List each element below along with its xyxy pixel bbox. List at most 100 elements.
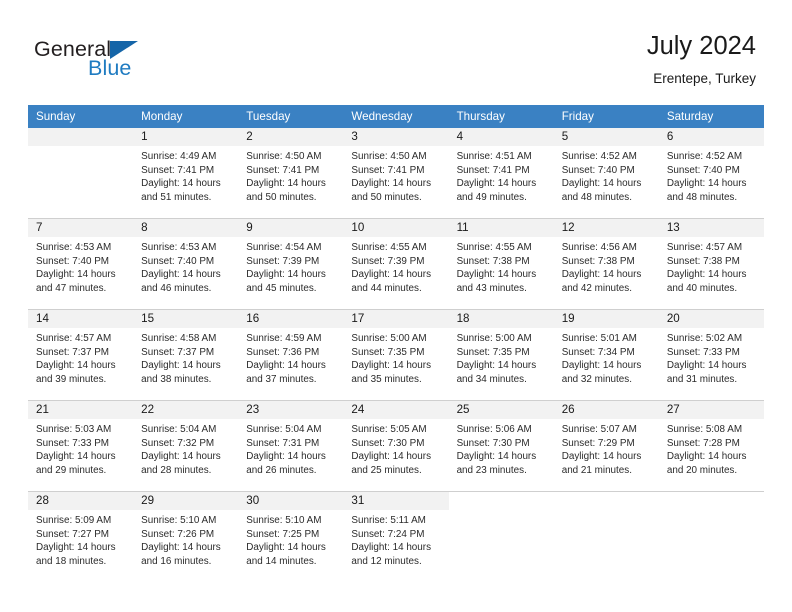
calendar-day-cell[interactable]: 19 Sunrise: 5:01 AM Sunset: 7:34 PM Dayligh…	[553, 309, 659, 401]
detail-sunrise: Sunrise: 5:00 AM	[456, 333, 532, 344]
day-details: Sunrise: 4:55 AM Sunset: 7:38 PM Daylight:…	[449, 237, 554, 295]
day-number: 19	[553, 310, 659, 328]
detail-daylight1: Daylight: 14 hours	[456, 269, 537, 281]
calendar-day-cell[interactable]: 12 Sunrise: 4:56 AM Sunset: 7:38 PM Dayligh…	[553, 218, 659, 310]
calendar-day-cell[interactable]: 20 Sunrise: 5:02 AM Sunset: 7:33 PM Dayligh…	[658, 309, 764, 401]
calendar-day-cell[interactable]: 29 Sunrise: 5:10 AM Sunset: 7:26 PM Dayligh…	[133, 491, 239, 582]
detail-sunrise: Sunrise: 5:10 AM	[246, 515, 322, 526]
detail-daylight1: Daylight: 14 hours	[246, 360, 326, 372]
day-number: 13	[658, 219, 764, 237]
detail-daylight1: Daylight: 14 hours	[351, 451, 432, 463]
detail-daylight2: and 14 minutes.	[246, 555, 317, 567]
calendar-cell-inner: 25 Sunrise: 5:06 AM Sunset: 7:30 PM Dayligh…	[448, 401, 554, 491]
detail-sunset: Sunset: 7:34 PM	[561, 346, 635, 358]
calendar-cell-inner: 24 Sunrise: 5:05 AM Sunset: 7:30 PM Dayligh…	[343, 401, 449, 491]
calendar-day-cell[interactable]: 26 Sunrise: 5:07 AM Sunset: 7:29 PM Dayligh…	[553, 400, 659, 492]
detail-daylight2: and 42 minutes.	[561, 282, 632, 294]
calendar-day-cell[interactable]: 1 Sunrise: 4:49 AM Sunset: 7:41 PM Daylight…	[133, 128, 239, 219]
calendar-day-cell[interactable]: 3 Sunrise: 4:50 AM Sunset: 7:41 PM Daylight…	[343, 128, 449, 219]
calendar-day-cell[interactable]: 6 Sunrise: 4:52 AM Sunset: 7:40 PM Daylight…	[658, 128, 764, 219]
detail-sunrise: Sunrise: 4:56 AM	[561, 242, 637, 253]
detail-daylight2: and 28 minutes.	[141, 464, 212, 476]
calendar-page: General Blue July 2024 Erentepe, Turkey …	[0, 0, 792, 612]
detail-daylight2: and 29 minutes.	[36, 464, 107, 476]
detail-daylight2: and 18 minutes.	[36, 555, 107, 567]
detail-sunrise: Sunrise: 4:57 AM	[36, 333, 112, 344]
day-details: Sunrise: 4:52 AM Sunset: 7:40 PM Daylight:…	[554, 146, 659, 204]
detail-daylight1: Daylight: 14 hours	[36, 451, 116, 463]
day-number: 12	[553, 219, 659, 237]
detail-daylight1: Daylight: 14 hours	[351, 360, 432, 372]
detail-daylight1: Daylight: 14 hours	[456, 451, 537, 463]
detail-daylight2: and 39 minutes.	[36, 373, 107, 385]
calendar-day-cell[interactable]: 13 Sunrise: 4:57 AM Sunset: 7:38 PM Dayligh…	[658, 218, 764, 310]
day-number: 18	[448, 310, 554, 328]
calendar-day-cell[interactable]: 5 Sunrise: 4:52 AM Sunset: 7:40 PM Daylight…	[553, 128, 659, 219]
detail-daylight2: and 50 minutes.	[246, 191, 317, 203]
detail-sunset: Sunset: 7:33 PM	[666, 346, 740, 358]
day-details: Sunrise: 4:54 AM Sunset: 7:39 PM Daylight:…	[238, 237, 343, 295]
calendar-day-cell[interactable]: 16 Sunrise: 4:59 AM Sunset: 7:36 PM Dayligh…	[238, 309, 344, 401]
calendar-week-row: 14 Sunrise: 4:57 AM Sunset: 7:37 PM Dayligh…	[28, 309, 764, 401]
detail-sunrise: Sunrise: 4:57 AM	[666, 242, 743, 253]
calendar-day-cell[interactable]: 18 Sunrise: 5:00 AM Sunset: 7:35 PM Dayligh…	[448, 309, 554, 401]
calendar-day-cell[interactable]: 23 Sunrise: 5:04 AM Sunset: 7:31 PM Dayligh…	[238, 400, 344, 492]
page-title: July 2024	[646, 32, 756, 60]
day-details: Sunrise: 5:09 AM Sunset: 7:27 PM Daylight:…	[28, 510, 133, 568]
detail-daylight2: and 46 minutes.	[141, 282, 212, 294]
day-number: 30	[238, 492, 344, 510]
detail-daylight1: Daylight: 14 hours	[246, 269, 326, 281]
calendar-day-cell[interactable]: 22 Sunrise: 5:04 AM Sunset: 7:32 PM Dayligh…	[133, 400, 239, 492]
detail-sunset: Sunset: 7:40 PM	[666, 164, 740, 176]
calendar-cell-inner	[658, 492, 764, 582]
calendar-day-cell[interactable]: 27 Sunrise: 5:08 AM Sunset: 7:28 PM Dayligh…	[658, 400, 764, 492]
calendar-day-cell[interactable]: 24 Sunrise: 5:05 AM Sunset: 7:30 PM Dayligh…	[343, 400, 449, 492]
calendar-day-cell[interactable]: 31 Sunrise: 5:11 AM Sunset: 7:24 PM Dayligh…	[343, 491, 449, 582]
detail-sunset: Sunset: 7:41 PM	[246, 164, 320, 176]
calendar-day-cell[interactable]: 9 Sunrise: 4:54 AM Sunset: 7:39 PM Daylight…	[238, 218, 344, 310]
calendar-day-cell[interactable]: 25 Sunrise: 5:06 AM Sunset: 7:30 PM Dayligh…	[448, 400, 554, 492]
calendar-day-cell[interactable]: 2 Sunrise: 4:50 AM Sunset: 7:41 PM Daylight…	[238, 128, 344, 219]
page-header: General Blue July 2024 Erentepe, Turkey	[0, 0, 792, 104]
detail-sunset: Sunset: 7:38 PM	[561, 255, 635, 267]
calendar-day-cell[interactable]: 28 Sunrise: 5:09 AM Sunset: 7:27 PM Dayligh…	[28, 491, 134, 582]
day-number: 17	[343, 310, 449, 328]
calendar-cell-inner: 14 Sunrise: 4:57 AM Sunset: 7:37 PM Dayligh…	[28, 310, 134, 400]
calendar-day-cell[interactable]: 21 Sunrise: 5:03 AM Sunset: 7:33 PM Dayligh…	[28, 400, 134, 492]
calendar-cell-inner	[448, 492, 554, 582]
calendar-day-cell[interactable]: 10 Sunrise: 4:55 AM Sunset: 7:39 PM Dayligh…	[343, 218, 449, 310]
weekday-header-sunday: Sunday	[28, 105, 134, 128]
calendar-day-cell[interactable]: 11 Sunrise: 4:55 AM Sunset: 7:38 PM Dayligh…	[448, 218, 554, 310]
calendar-day-cell[interactable]: 15 Sunrise: 4:58 AM Sunset: 7:37 PM Dayligh…	[133, 309, 239, 401]
day-details: Sunrise: 4:52 AM Sunset: 7:40 PM Daylight:…	[659, 146, 764, 204]
detail-daylight1: Daylight: 14 hours	[456, 178, 537, 190]
detail-daylight2: and 32 minutes.	[561, 373, 632, 385]
day-details: Sunrise: 4:50 AM Sunset: 7:41 PM Daylight:…	[238, 146, 343, 204]
weekday-header-row: Sunday Monday Tuesday Wednesday Thursday…	[28, 105, 764, 128]
day-details: Sunrise: 5:05 AM Sunset: 7:30 PM Daylight:…	[343, 419, 448, 477]
detail-sunset: Sunset: 7:40 PM	[141, 255, 215, 267]
day-number: 3	[343, 128, 449, 146]
calendar-cell-inner: 21 Sunrise: 5:03 AM Sunset: 7:33 PM Dayligh…	[28, 401, 134, 491]
detail-daylight1: Daylight: 14 hours	[141, 360, 221, 372]
logo-text-blue: Blue	[88, 56, 132, 80]
day-number: 5	[553, 128, 659, 146]
detail-sunrise: Sunrise: 5:02 AM	[666, 333, 743, 344]
calendar-day-cell[interactable]: 7 Sunrise: 4:53 AM Sunset: 7:40 PM Daylight…	[28, 218, 134, 310]
calendar-cell-empty	[553, 491, 659, 582]
day-details: Sunrise: 4:53 AM Sunset: 7:40 PM Daylight:…	[133, 237, 238, 295]
calendar-cell-inner: 12 Sunrise: 4:56 AM Sunset: 7:38 PM Dayligh…	[553, 219, 659, 309]
calendar-day-cell[interactable]: 14 Sunrise: 4:57 AM Sunset: 7:37 PM Dayligh…	[28, 309, 134, 401]
day-details: Sunrise: 5:03 AM Sunset: 7:33 PM Daylight:…	[28, 419, 133, 477]
calendar-day-cell[interactable]: 8 Sunrise: 4:53 AM Sunset: 7:40 PM Daylight…	[133, 218, 239, 310]
day-number: 23	[238, 401, 344, 419]
calendar-day-cell[interactable]: 4 Sunrise: 4:51 AM Sunset: 7:41 PM Daylight…	[448, 128, 554, 219]
calendar-cell-inner: 4 Sunrise: 4:51 AM Sunset: 7:41 PM Daylight…	[448, 128, 554, 218]
calendar-cell-inner: 22 Sunrise: 5:04 AM Sunset: 7:32 PM Dayligh…	[133, 401, 239, 491]
detail-sunrise: Sunrise: 4:54 AM	[246, 242, 322, 253]
general-blue-logo[interactable]: General Blue	[34, 38, 234, 88]
calendar-day-cell[interactable]: 30 Sunrise: 5:10 AM Sunset: 7:25 PM Dayligh…	[238, 491, 344, 582]
calendar-day-cell[interactable]: 17 Sunrise: 5:00 AM Sunset: 7:35 PM Dayligh…	[343, 309, 449, 401]
day-details: Sunrise: 4:53 AM Sunset: 7:40 PM Daylight:…	[28, 237, 133, 295]
detail-sunrise: Sunrise: 5:04 AM	[246, 424, 322, 435]
